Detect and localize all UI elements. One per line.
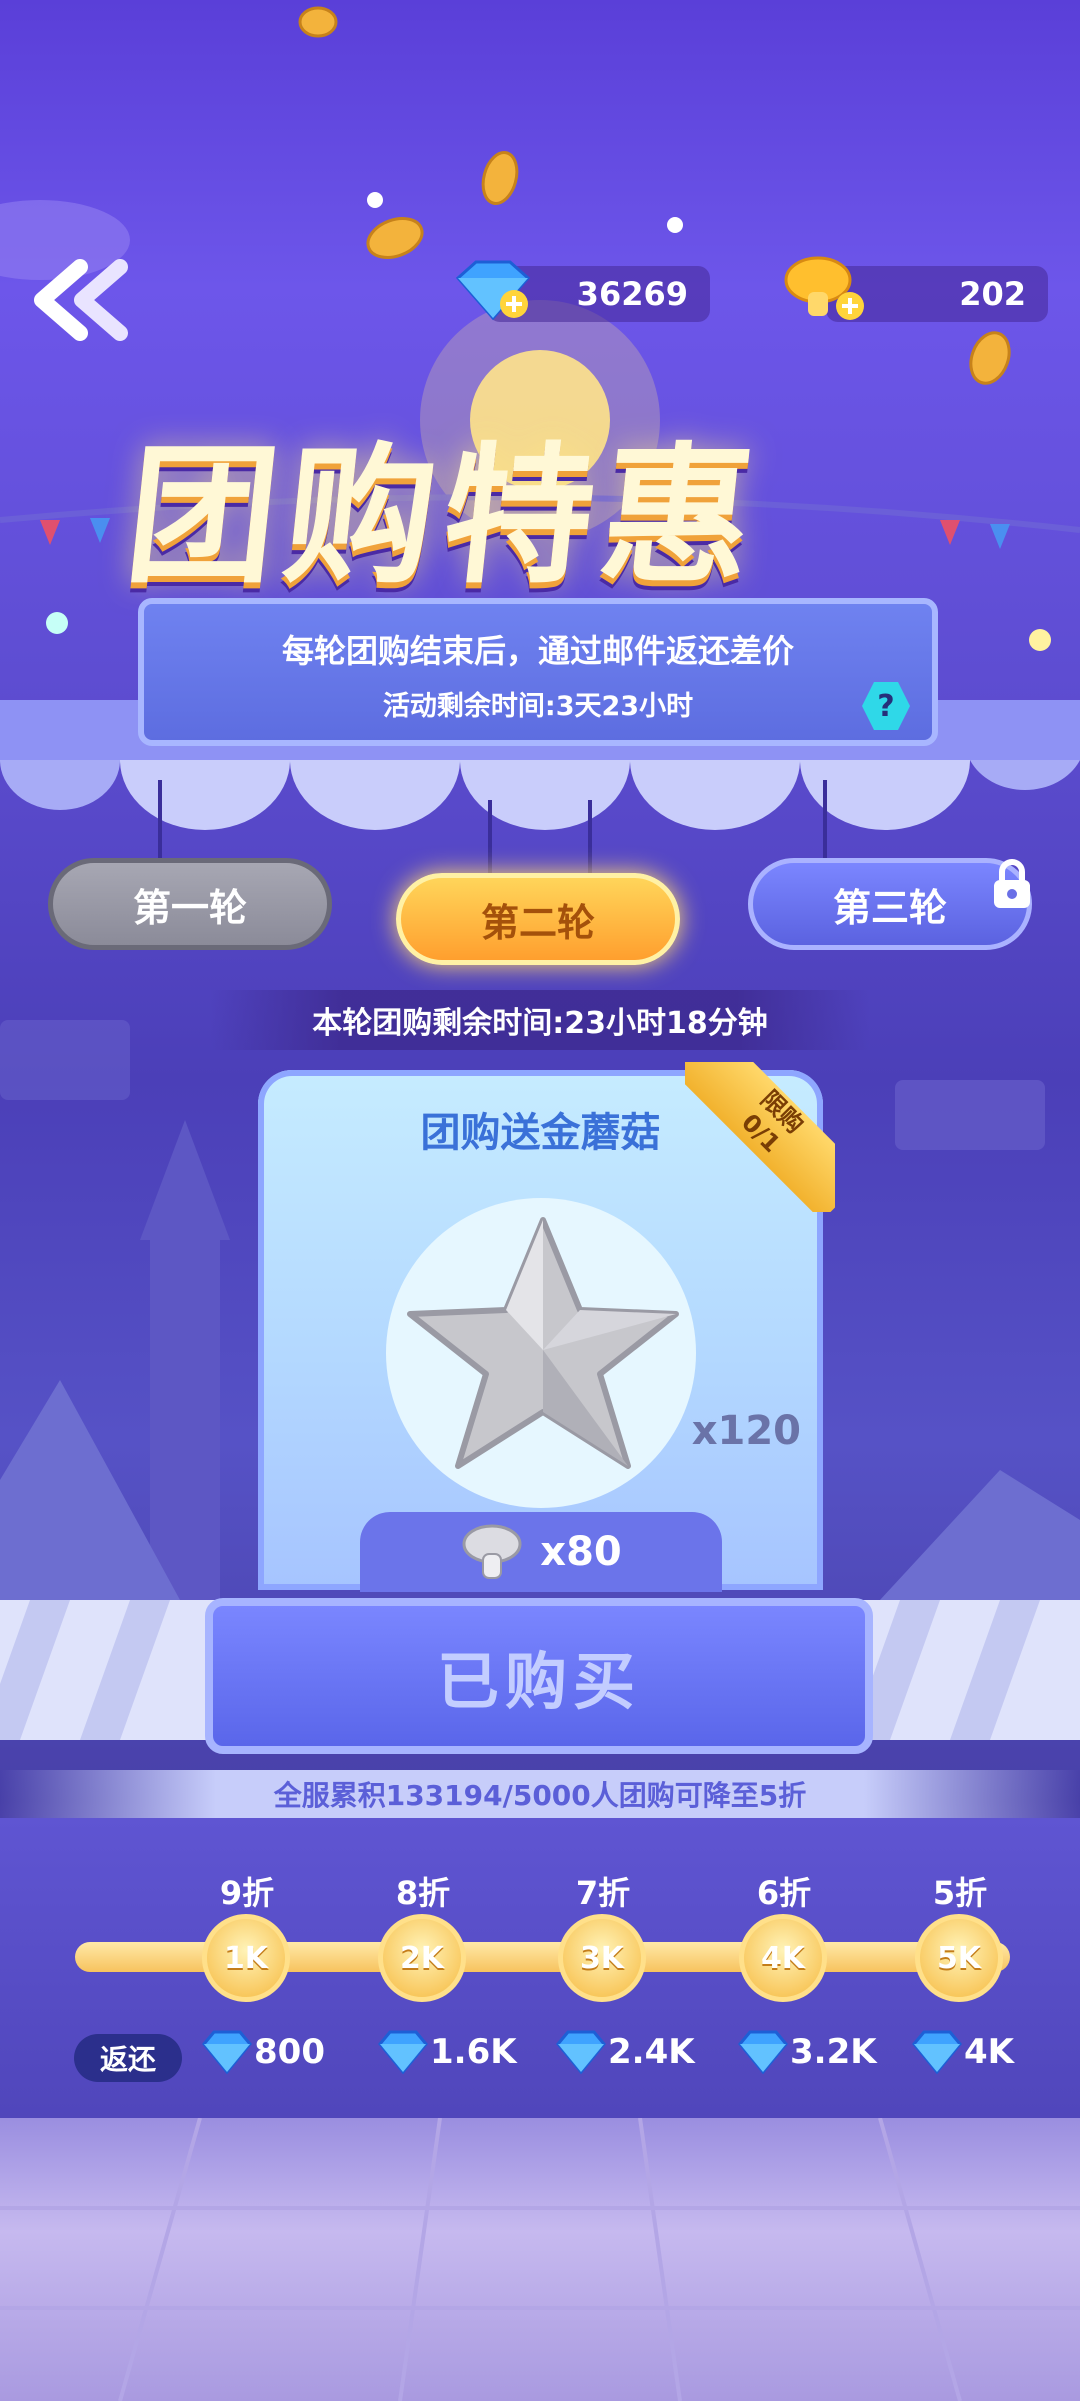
tier-node: 1K <box>202 1914 290 2002</box>
tier-reward: 3.2K <box>736 2030 877 2074</box>
tier-reward: 2.4K <box>554 2030 695 2074</box>
tier-node: 4K <box>739 1914 827 2002</box>
tier-node-label: 3K <box>579 1940 625 1976</box>
server-progress-text: 全服累积133194/5000人团购可降至5折 <box>0 1770 1080 1818</box>
tier-node: 3K <box>558 1914 646 2002</box>
price-amount: x80 <box>540 1529 622 1575</box>
tier-discount: 6折 <box>756 1874 812 1912</box>
tier-node: 2K <box>378 1914 466 2002</box>
tab-round-1[interactable]: 第一轮 <box>48 858 332 950</box>
purchased-button[interactable]: 已购买 <box>205 1598 873 1754</box>
gem-icon <box>378 2030 428 2074</box>
product-card: 团购送金蘑菇 x120 限购 0/1 x80 <box>258 1062 835 1592</box>
help-icon: ? <box>877 688 895 724</box>
gem-icon <box>738 2030 788 2074</box>
tier-reward-amount: 4K <box>964 2032 1015 2072</box>
double-chevron-left-icon <box>34 259 128 341</box>
tier-discount: 5折 <box>932 1874 988 1912</box>
tier-discount: 9折 <box>219 1874 275 1912</box>
silver-star-icon <box>407 1217 679 1469</box>
gem-icon <box>202 2030 252 2074</box>
tier-node: 5K <box>915 1914 1003 2002</box>
gem-icon <box>556 2030 606 2074</box>
tier-reward: 800 <box>200 2030 325 2074</box>
tier-reward-amount: 800 <box>254 2032 325 2072</box>
refund-label: 返还 <box>74 2034 182 2082</box>
mushroom-count: 202 <box>959 275 1026 313</box>
gem-icon <box>912 2030 962 2074</box>
info-panel: 每轮团购结束后，通过邮件返还差价 活动剩余时间:3天23小时 ? <box>138 598 938 746</box>
price-tab: x80 <box>360 1512 722 1592</box>
tier-discount: 8折 <box>395 1874 451 1912</box>
limit-ribbon: 限购 0/1 <box>685 1062 835 1212</box>
floor-tiles <box>0 2118 1080 2401</box>
refund-note: 每轮团购结束后，通过邮件返还差价 <box>281 632 794 670</box>
lock-icon <box>994 859 1030 908</box>
page-title: 团购特惠 <box>118 430 769 604</box>
tier-node-label: 2K <box>399 1940 445 1976</box>
tab-round-3-label: 第三轮 <box>832 885 947 930</box>
tier-reward: 1.6K <box>376 2030 517 2074</box>
event-remaining-time: 活动剩余时间:3天23小时 <box>382 691 694 722</box>
tab-round-2[interactable]: 第二轮 <box>396 873 680 965</box>
tier-reward-amount: 3.2K <box>790 2032 877 2072</box>
round-remaining-time: 本轮团购剩余时间:23小时18分钟 <box>210 990 870 1050</box>
tier-discount: 7折 <box>575 1874 631 1912</box>
gem-count: 36269 <box>576 275 688 313</box>
tier-node-label: 5K <box>936 1940 982 1976</box>
gem-icon[interactable] <box>448 256 540 326</box>
silver-mushroom-icon <box>462 1524 522 1579</box>
item-quantity: x120 <box>691 1408 801 1454</box>
tier-reward-amount: 2.4K <box>608 2032 695 2072</box>
tier-node-label: 1K <box>223 1940 269 1976</box>
back-button[interactable] <box>32 255 132 345</box>
tier-reward: 4K <box>910 2030 1014 2074</box>
gold-mushroom-icon[interactable] <box>780 252 872 328</box>
tier-node-label: 4K <box>760 1940 806 1976</box>
tier-reward-amount: 1.6K <box>430 2032 517 2072</box>
tab-round-1-label: 第一轮 <box>132 885 247 930</box>
tab-round-2-label: 第二轮 <box>480 900 595 945</box>
